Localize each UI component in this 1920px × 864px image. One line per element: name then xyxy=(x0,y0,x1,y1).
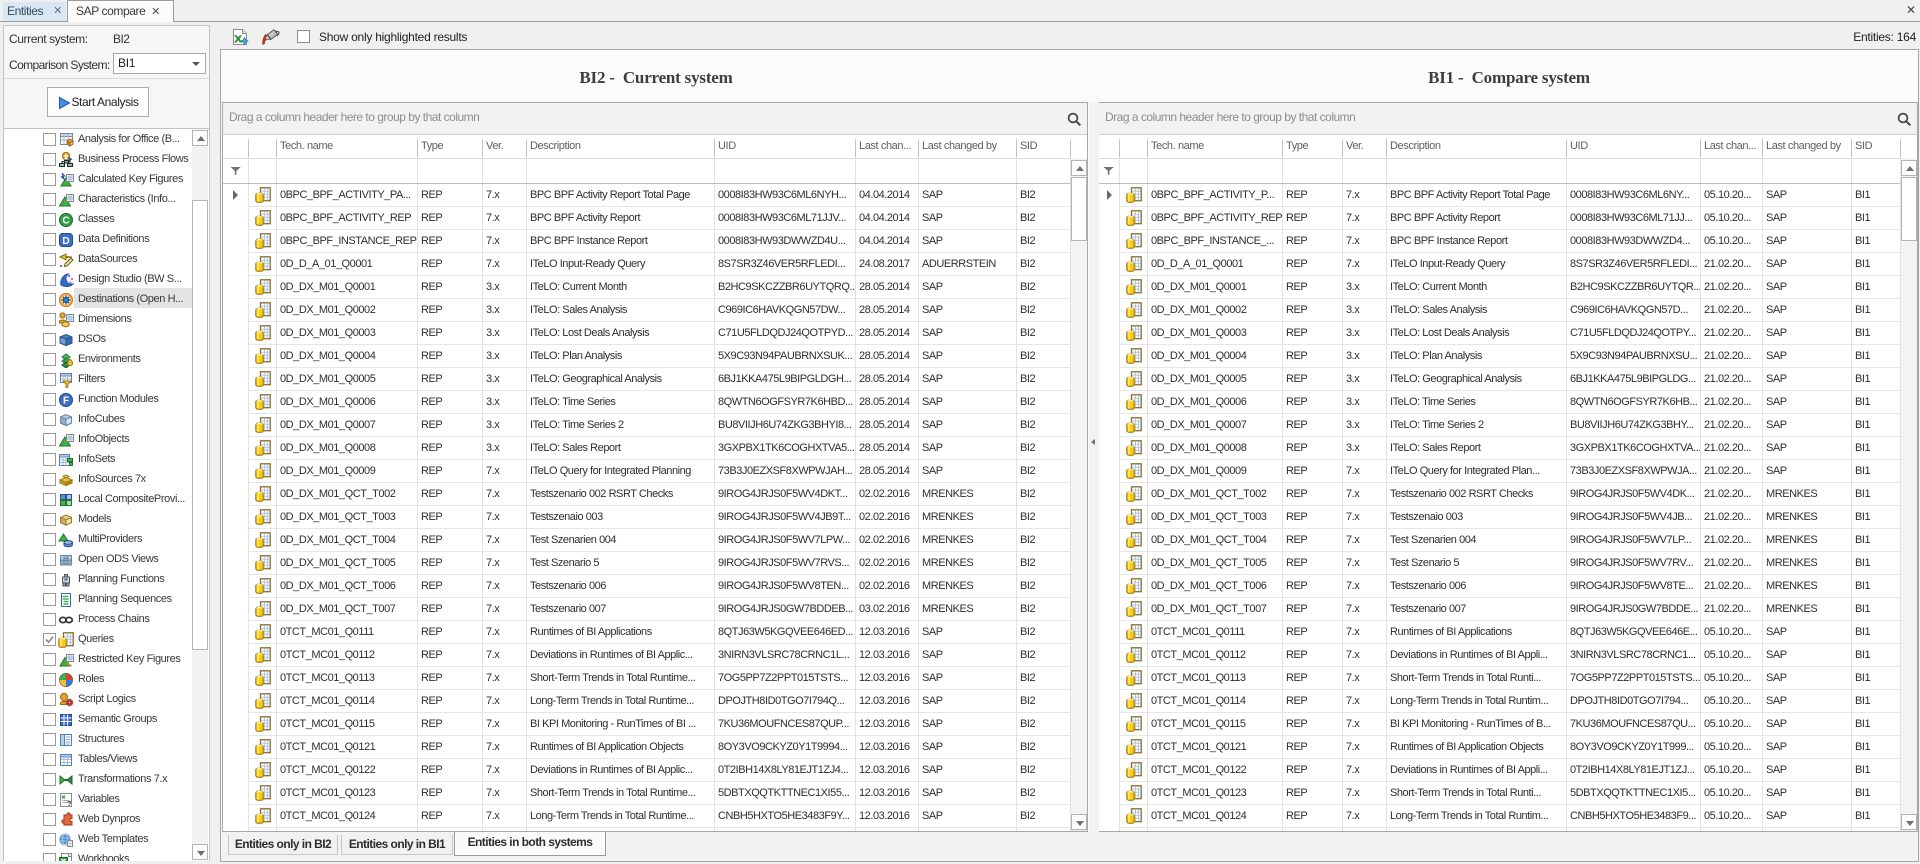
svg-text:C: C xyxy=(62,215,69,226)
svg-text:D: D xyxy=(62,235,69,246)
svg-text:F: F xyxy=(63,395,69,406)
svg-text:?: ? xyxy=(67,799,72,808)
